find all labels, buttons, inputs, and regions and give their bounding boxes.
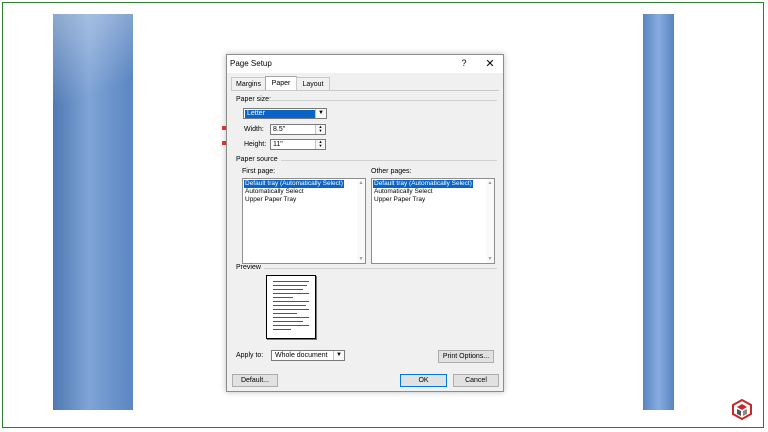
chevron-down-icon[interactable]: ▼ [315, 109, 326, 118]
preview-line [273, 293, 309, 294]
first-page-listbox[interactable]: Default tray (Automatically Select) Auto… [242, 178, 366, 264]
apply-to-label: Apply to: [236, 352, 264, 359]
preview-line [273, 309, 309, 310]
scrollbar[interactable]: ▲ ▼ [486, 179, 494, 263]
list-item[interactable]: Upper Paper Tray [244, 196, 297, 204]
preview-line [273, 297, 293, 298]
paper-tab-panel: Paper size: Letter ▼ Width: 8.5" ▲ ▼ Heig… [231, 90, 499, 381]
spin-arrows-icon[interactable]: ▲ ▼ [315, 125, 325, 134]
preview-line [273, 317, 309, 318]
other-pages-listbox[interactable]: Default tray (Automatically Select) Auto… [371, 178, 495, 264]
apply-to-select[interactable]: Whole document ▼ [271, 350, 345, 361]
page-setup-dialog: Page Setup ? ✕ Margins Paper Layout Pape… [226, 54, 504, 392]
page-preview [266, 275, 316, 339]
width-label: Width: [244, 126, 264, 133]
scroll-up-icon[interactable]: ▲ [487, 180, 493, 186]
dialog-title: Page Setup [230, 59, 272, 68]
close-icon[interactable]: ✕ [483, 57, 497, 71]
height-label: Height: [244, 141, 267, 148]
height-spinner[interactable]: 11" ▲ ▼ [270, 139, 326, 150]
preview-line [273, 285, 307, 286]
list-item[interactable]: Automatically Select [244, 188, 305, 196]
print-options-button[interactable]: Print Options... [438, 350, 494, 363]
width-spinner[interactable]: 8.5" ▲ ▼ [270, 124, 326, 135]
help-button[interactable]: ? [458, 58, 470, 70]
tab-margins[interactable]: Margins [231, 77, 266, 91]
list-item[interactable]: Upper Paper Tray [373, 196, 426, 204]
section-divider [269, 100, 497, 101]
section-divider [264, 268, 497, 269]
paper-size-select[interactable]: Letter ▼ [243, 108, 327, 119]
right-decorative-panel [643, 14, 674, 410]
preview-line [273, 321, 303, 322]
tab-layout[interactable]: Layout [296, 77, 330, 91]
paper-size-heading: Paper size: [236, 96, 272, 103]
ok-button[interactable]: OK [400, 374, 447, 387]
preview-line [273, 281, 309, 282]
preview-line [273, 301, 309, 302]
paper-size-value: Letter [245, 110, 317, 118]
apply-to-value: Whole document [275, 352, 328, 359]
tab-paper[interactable]: Paper [265, 76, 297, 91]
section-divider [281, 160, 497, 161]
first-page-label: First page: [242, 168, 276, 175]
height-value: 11" [273, 141, 283, 148]
width-value: 8.5" [273, 126, 286, 133]
preview-line [273, 313, 297, 314]
scroll-down-icon[interactable]: ▼ [487, 256, 493, 262]
preview-line [273, 329, 291, 330]
list-item[interactable]: Default tray (Automatically Select) [244, 180, 344, 188]
chevron-down-icon[interactable]: ▼ [333, 351, 344, 360]
list-item[interactable]: Automatically Select [373, 188, 434, 196]
cube-logo-icon [732, 398, 752, 420]
scroll-up-icon[interactable]: ▲ [358, 180, 364, 186]
other-pages-label: Other pages: [371, 168, 412, 175]
cancel-button[interactable]: Cancel [453, 374, 499, 387]
left-decorative-panel [53, 14, 133, 410]
scrollbar[interactable]: ▲ ▼ [357, 179, 365, 263]
list-item[interactable]: Default tray (Automatically Select) [373, 180, 473, 188]
scroll-down-icon[interactable]: ▼ [358, 256, 364, 262]
spin-arrows-icon[interactable]: ▲ ▼ [315, 140, 325, 149]
preview-heading: Preview [236, 264, 261, 271]
preview-line [273, 305, 306, 306]
preview-line [273, 325, 309, 326]
title-bar: Page Setup ? ✕ [227, 55, 503, 73]
default-button[interactable]: Default... [232, 374, 278, 387]
paper-source-heading: Paper source [236, 156, 278, 163]
preview-line [273, 289, 303, 290]
